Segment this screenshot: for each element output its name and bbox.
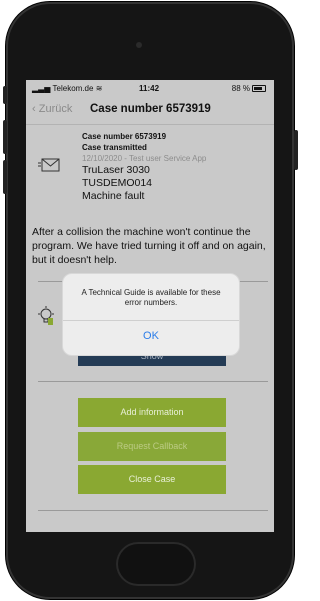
battery-icon: [252, 85, 266, 93]
lightbulb-icon: [38, 306, 54, 325]
front-camera: [136, 42, 142, 48]
close-case-button[interactable]: Close Case: [78, 465, 226, 494]
case-status: Case transmitted: [82, 143, 147, 152]
wifi-icon: ≋: [93, 84, 103, 93]
status-bar: ▂▃▅ Telekom.de ≋ 11:42 88 %: [26, 80, 274, 96]
add-information-button[interactable]: Add information: [78, 398, 226, 427]
machine-name: TruLaser 3030: [82, 164, 150, 176]
machine-serial: TUSDEMO014: [82, 177, 153, 189]
divider-middle: [38, 381, 268, 382]
case-details: Case number 6573919 Case transmitted 12/…: [82, 131, 272, 203]
status-carrier: ▂▃▅ Telekom.de ≋: [32, 84, 103, 93]
alert-message: A Technical Guide is available for these…: [81, 288, 221, 307]
app-screen: ▂▃▅ Telekom.de ≋ 11:42 88 % ‹ Zurück Cas…: [26, 80, 274, 532]
chevron-left-icon: ‹: [32, 103, 39, 115]
alert-ok-button[interactable]: OK: [63, 330, 239, 342]
home-button[interactable]: [116, 542, 196, 586]
status-battery: 88 %: [232, 84, 266, 93]
status-time: 11:42: [139, 84, 160, 93]
side-button-left-3: [3, 160, 7, 194]
divider-bottom: [38, 510, 268, 511]
case-date: 12/10/2020 - Test user Service App: [82, 154, 207, 163]
alert-separator: [63, 320, 239, 321]
case-number: Case number 6573919: [82, 132, 167, 141]
request-callback-button[interactable]: Request Callback: [78, 432, 226, 461]
fault-type: Machine fault: [82, 190, 145, 202]
technical-guide-alert: A Technical Guide is available for these…: [62, 273, 240, 356]
envelope-icon: [38, 158, 60, 172]
case-description: After a collision the machine won't cont…: [32, 226, 266, 266]
side-button-right: [294, 130, 298, 170]
side-button-left-1: [3, 86, 7, 104]
page-title: Case number 6573919: [90, 103, 211, 115]
side-button-left-2: [3, 120, 7, 154]
back-button[interactable]: ‹ Zurück: [32, 103, 72, 115]
navigation-bar: ‹ Zurück Case number 6573919: [26, 96, 274, 125]
signal-icon: ▂▃▅: [32, 84, 53, 93]
